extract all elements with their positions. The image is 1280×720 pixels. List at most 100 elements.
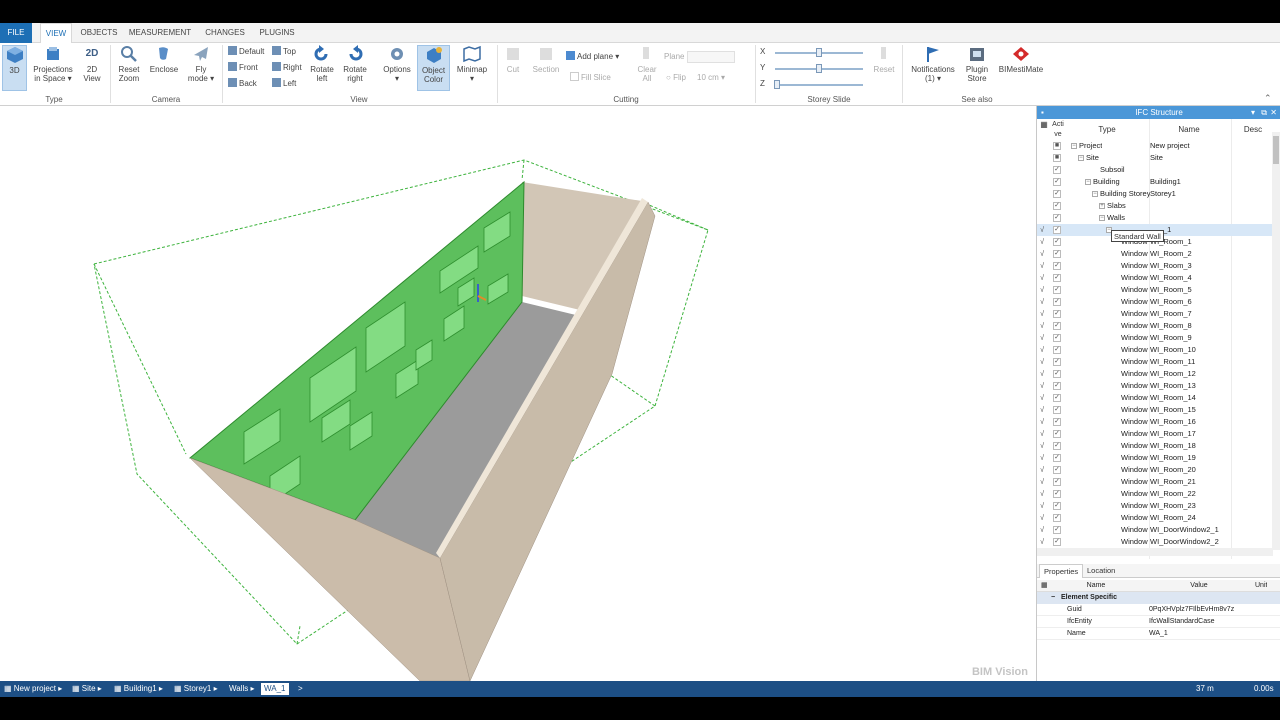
tree-row[interactable]: √ ✓ Window WI_Room_14 [1037, 392, 1273, 404]
active-checkbox[interactable]: ✓ [1053, 430, 1061, 438]
breadcrumb-building[interactable]: ▦ Building1 ▸ [114, 681, 163, 697]
front-view-button[interactable]: Front [228, 62, 258, 74]
col-prop-value[interactable]: Value [1149, 580, 1249, 592]
tree-row[interactable]: √ ✓ Window WI_DoorWindow2_1 [1037, 524, 1273, 536]
tree-row[interactable]: √ ✓ Window WI_Room_21 [1037, 476, 1273, 488]
tree-row[interactable]: √ ✓ Window WI_Room_18 [1037, 440, 1273, 452]
active-checkbox[interactable]: ✓ [1053, 310, 1061, 318]
storey-reset-button[interactable]: Reset [870, 45, 898, 91]
element-specific-section[interactable]: − Element Specific [1037, 592, 1280, 604]
tab-location[interactable]: Location [1083, 564, 1119, 578]
tree-row[interactable]: ■ − Project New project [1037, 140, 1273, 152]
expand-toggle-icon[interactable]: + [1099, 203, 1105, 209]
back-view-button[interactable]: Back [228, 78, 257, 90]
active-checkbox[interactable]: ✓ [1053, 394, 1061, 402]
active-checkbox[interactable]: ✓ [1053, 226, 1061, 234]
tab-objects[interactable]: OBJECTS [78, 23, 120, 43]
tree-scrollbar[interactable] [1272, 132, 1280, 550]
tree-hscrollbar[interactable] [1037, 548, 1273, 556]
tab-plugins[interactable]: PLUGINS [255, 23, 299, 43]
active-checkbox[interactable]: ✓ [1053, 202, 1061, 210]
3d-button[interactable]: 3D [2, 45, 27, 91]
active-checkbox[interactable]: ✓ [1053, 406, 1061, 414]
2d-view-button[interactable]: 2D 2D View [78, 45, 106, 91]
active-checkbox[interactable]: ✓ [1053, 214, 1061, 222]
active-checkbox[interactable]: ✓ [1053, 526, 1061, 534]
active-checkbox[interactable]: ✓ [1053, 538, 1061, 546]
tree-row[interactable]: √ ✓ Window WI_Room_24 [1037, 512, 1273, 524]
tree-row[interactable]: ✓ − Walls [1037, 212, 1273, 224]
active-checkbox[interactable]: ✓ [1053, 262, 1061, 270]
default-view-button[interactable]: Default [228, 46, 264, 58]
tree-row[interactable]: √ ✓ Window WI_Room_23 [1037, 500, 1273, 512]
active-checkbox[interactable]: ✓ [1053, 502, 1061, 510]
top-view-button[interactable]: Top [272, 46, 296, 58]
panel-pin-icon[interactable]: ▪ [1041, 106, 1044, 119]
notifications-button[interactable]: Notifications (1) ▾ [906, 45, 960, 91]
tree-row[interactable]: √ ✓ Window WI_Room_12 [1037, 368, 1273, 380]
options-button[interactable]: Options ▾ [380, 45, 414, 91]
breadcrumb-more-icon[interactable]: > [298, 681, 303, 697]
tree-scrollbar-thumb[interactable] [1273, 136, 1279, 164]
tree-row[interactable]: √ ✓ Window WI_Room_20 [1037, 464, 1273, 476]
active-checkbox[interactable]: ✓ [1053, 346, 1061, 354]
tab-properties[interactable]: Properties [1039, 564, 1084, 578]
active-checkbox[interactable]: ✓ [1053, 298, 1061, 306]
tree-row[interactable]: ■ − Site Site [1037, 152, 1273, 164]
tree-row[interactable]: √ ✓ Window WI_Room_13 [1037, 380, 1273, 392]
fill-slice-checkbox[interactable]: Fill Slice [570, 72, 611, 84]
col-prop-unit[interactable]: Unit [1255, 580, 1267, 592]
property-row[interactable]: IfcEntity IfcWallStandardCase [1037, 616, 1280, 628]
tree-row[interactable]: √ ✓ Window WI_Room_19 [1037, 452, 1273, 464]
left-view-button[interactable]: Left [272, 78, 296, 90]
cut-button[interactable]: Cut [501, 45, 525, 91]
breadcrumb-walls[interactable]: Walls ▸ [229, 681, 255, 697]
tree-row[interactable]: ✓ + Slabs [1037, 200, 1273, 212]
flip-radio[interactable]: ○ Flip [666, 72, 686, 84]
tree-row[interactable]: √ ✓ Window WI_Room_8 [1037, 320, 1273, 332]
tree-row[interactable]: √ ✓ Window WI_Room_2 [1037, 248, 1273, 260]
tab-file[interactable]: FILE [0, 23, 32, 43]
right-view-button[interactable]: Right [272, 62, 302, 74]
active-checkbox[interactable]: ✓ [1053, 490, 1061, 498]
active-checkbox[interactable]: ✓ [1053, 478, 1061, 486]
active-checkbox[interactable]: ✓ [1053, 190, 1061, 198]
tab-view[interactable]: VIEW [40, 23, 72, 44]
clear-all-button[interactable]: Clear All [634, 45, 660, 91]
tree-row[interactable]: √ ✓ Window WI_Room_3 [1037, 260, 1273, 272]
active-checkbox[interactable]: ✓ [1053, 418, 1061, 426]
active-checkbox[interactable]: ✓ [1053, 166, 1061, 174]
projections-button[interactable]: Projections in Space ▾ [30, 45, 76, 91]
reset-zoom-button[interactable]: Reset Zoom [114, 45, 144, 91]
expand-toggle-icon[interactable]: − [1099, 215, 1105, 221]
tree-row[interactable]: √ ✓ Window WI_Room_10 [1037, 344, 1273, 356]
thickness-select[interactable]: 10 cm ▾ [697, 72, 725, 84]
tree-row[interactable]: √ ✓ Window WI_Room_16 [1037, 416, 1273, 428]
tree-row[interactable]: √ ✓ Window WI_Room_7 [1037, 308, 1273, 320]
breadcrumb-site[interactable]: ▦ Site ▸ [72, 681, 102, 697]
fly-mode-button[interactable]: Fly mode ▾ [184, 45, 218, 91]
3d-viewport[interactable]: BIM Vision [0, 106, 1036, 681]
active-checkbox[interactable]: ■ [1053, 154, 1061, 162]
y-slider-thumb[interactable] [816, 64, 822, 73]
active-checkbox[interactable]: ✓ [1053, 274, 1061, 282]
active-checkbox[interactable]: ✓ [1053, 358, 1061, 366]
expand-toggle-icon[interactable]: − [1092, 191, 1098, 197]
z-slider[interactable] [775, 84, 863, 86]
panel-close-icon[interactable]: ✕ [1270, 106, 1277, 119]
active-checkbox[interactable]: ✓ [1053, 382, 1061, 390]
expand-toggle-icon[interactable]: − [1078, 155, 1084, 161]
breadcrumb-wa1[interactable]: WA_1 [261, 683, 289, 695]
section-button[interactable]: Section [528, 45, 564, 91]
rotate-right-button[interactable]: Rotate right [340, 45, 370, 91]
tree-row[interactable]: √ ✓ Window WI_Room_11 [1037, 356, 1273, 368]
collapse-icon[interactable]: − [1051, 592, 1055, 604]
panel-float-icon[interactable]: ⧉ [1261, 106, 1267, 119]
panel-menu-icon[interactable]: ▾ [1251, 106, 1255, 119]
tree-row[interactable]: √ ✓ Window WI_Room_5 [1037, 284, 1273, 296]
object-color-button[interactable]: Object Color [417, 45, 450, 91]
breadcrumb-project[interactable]: ▦ New project ▸ [4, 681, 62, 697]
tree-row[interactable]: ✓ − Building Building1 [1037, 176, 1273, 188]
tree-row[interactable]: ✓ Subsoil [1037, 164, 1273, 176]
plugin-store-button[interactable]: Plugin Store [962, 45, 992, 91]
